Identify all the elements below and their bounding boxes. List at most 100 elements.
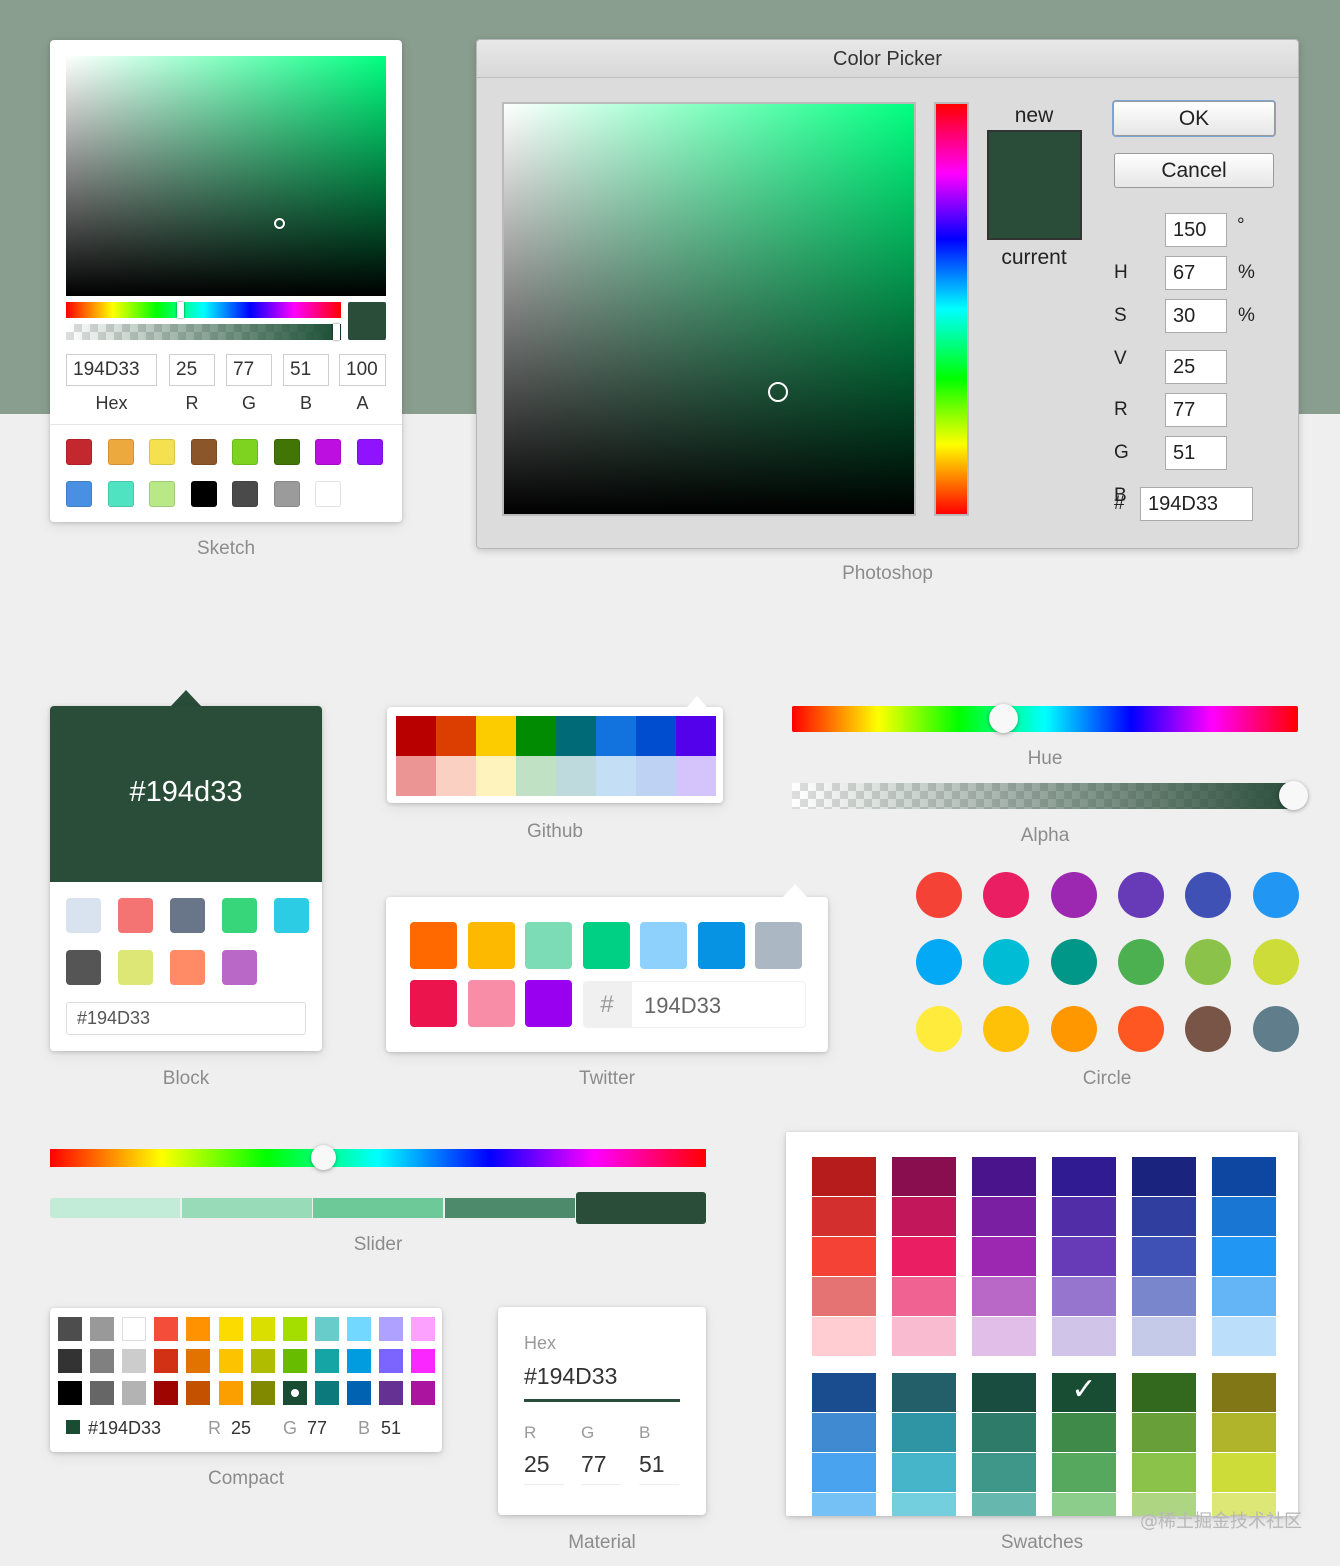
- swatch-cell[interactable]: [1212, 1413, 1276, 1452]
- circle-swatch[interactable]: [1185, 939, 1232, 985]
- hue-slider[interactable]: [934, 102, 969, 516]
- block-swatch[interactable]: [118, 950, 153, 985]
- circle-swatch[interactable]: [1050, 872, 1097, 918]
- g-input[interactable]: 77: [307, 1418, 327, 1439]
- swatch-cell[interactable]: [892, 1453, 956, 1492]
- swatch-cell[interactable]: [972, 1373, 1036, 1412]
- circle-swatch[interactable]: [1252, 872, 1299, 918]
- compact-swatch[interactable]: [411, 1349, 436, 1373]
- swatch-cell[interactable]: [1052, 1157, 1116, 1196]
- twitter-swatch[interactable]: [525, 922, 572, 969]
- compact-swatch[interactable]: [250, 1317, 275, 1341]
- swatch-cell[interactable]: [812, 1197, 876, 1236]
- swatch-cell[interactable]: [972, 1237, 1036, 1276]
- compact-swatch[interactable]: [411, 1381, 436, 1405]
- github-swatch[interactable]: [396, 756, 436, 796]
- swatch-cell[interactable]: [1052, 1493, 1116, 1516]
- preset-swatch[interactable]: [273, 481, 300, 507]
- hex-input[interactable]: #194D33: [66, 1002, 306, 1035]
- twitter-swatch[interactable]: [410, 980, 457, 1027]
- twitter-swatch[interactable]: [467, 922, 515, 969]
- compact-swatch[interactable]: [154, 1349, 179, 1373]
- preset-swatch[interactable]: [315, 481, 341, 507]
- swatch-cell[interactable]: [892, 1197, 956, 1236]
- compact-swatch[interactable]: [314, 1381, 339, 1405]
- swatch-cell[interactable]: [1052, 1237, 1116, 1276]
- github-swatch[interactable]: [676, 716, 716, 756]
- swatch-cell[interactable]: [972, 1453, 1036, 1492]
- hue-handle[interactable]: [989, 704, 1018, 733]
- circle-swatch[interactable]: [1185, 1006, 1232, 1052]
- b-input[interactable]: 51: [639, 1451, 679, 1485]
- compact-swatch[interactable]: [346, 1317, 371, 1341]
- r-input[interactable]: 25: [524, 1451, 564, 1485]
- swatch-cell[interactable]: [1132, 1157, 1196, 1196]
- slider-swatch[interactable]: [576, 1192, 706, 1224]
- circle-swatch[interactable]: [1050, 1006, 1097, 1052]
- hue-handle[interactable]: [177, 302, 184, 318]
- twitter-swatch[interactable]: [640, 922, 687, 969]
- swatch-cell[interactable]: [1132, 1317, 1196, 1356]
- compact-swatch[interactable]: [282, 1349, 307, 1373]
- swatch-cell[interactable]: [812, 1237, 876, 1276]
- twitter-swatch[interactable]: [582, 922, 630, 969]
- swatch-cell[interactable]: [812, 1373, 876, 1412]
- github-swatch[interactable]: [396, 716, 436, 756]
- compact-swatch[interactable]: [250, 1349, 275, 1373]
- compact-swatch[interactable]: [282, 1317, 307, 1341]
- github-swatch[interactable]: [556, 716, 596, 756]
- compact-swatch[interactable]: [90, 1349, 115, 1373]
- hex-input[interactable]: #194D33: [88, 1418, 161, 1439]
- swatch-cell[interactable]: [1132, 1277, 1196, 1316]
- compact-swatch[interactable]: [218, 1349, 243, 1373]
- swatch-cell[interactable]: [972, 1413, 1036, 1452]
- swatch-cell[interactable]: [972, 1277, 1036, 1316]
- swatch-cell[interactable]: [1132, 1197, 1196, 1236]
- hex-input[interactable]: #194D33: [524, 1363, 617, 1390]
- preset-swatch[interactable]: [66, 439, 92, 465]
- compact-swatch[interactable]: [186, 1381, 211, 1405]
- block-swatch[interactable]: [66, 950, 101, 985]
- compact-swatch[interactable]: [218, 1381, 243, 1405]
- swatch-cell[interactable]: [1132, 1237, 1196, 1276]
- compact-swatch[interactable]: [250, 1381, 275, 1405]
- swatch-cell[interactable]: [1132, 1373, 1196, 1412]
- slider-swatch[interactable]: [50, 1198, 180, 1218]
- preset-swatch[interactable]: [149, 439, 175, 465]
- github-swatch[interactable]: [676, 756, 716, 796]
- preset-swatch[interactable]: [66, 481, 92, 507]
- block-swatch[interactable]: [222, 898, 257, 933]
- compact-swatch[interactable]: [282, 1381, 307, 1405]
- swatch-cell[interactable]: [892, 1373, 956, 1412]
- saturation-pointer[interactable]: [274, 218, 285, 229]
- swatch-cell[interactable]: [1212, 1317, 1276, 1356]
- swatch-cell[interactable]: [892, 1157, 956, 1196]
- twitter-swatch[interactable]: [755, 922, 802, 969]
- r-input[interactable]: 25: [169, 354, 215, 386]
- compact-swatch[interactable]: [122, 1349, 147, 1373]
- compact-swatch[interactable]: [314, 1317, 339, 1341]
- hue-slider[interactable]: [66, 302, 341, 318]
- cancel-button[interactable]: Cancel: [1114, 153, 1274, 188]
- r-input[interactable]: 25: [231, 1418, 251, 1439]
- preset-swatch[interactable]: [149, 481, 175, 507]
- slider-swatch[interactable]: [313, 1198, 443, 1218]
- twitter-swatch[interactable]: [525, 980, 572, 1027]
- block-swatch[interactable]: [118, 898, 153, 933]
- swatch-cell[interactable]: [812, 1493, 876, 1516]
- slider-hue-bar[interactable]: [50, 1149, 706, 1167]
- circle-swatch[interactable]: [1117, 939, 1164, 985]
- swatch-cell[interactable]: [1052, 1413, 1116, 1452]
- swatch-cell[interactable]: [812, 1413, 876, 1452]
- circle-swatch[interactable]: [916, 872, 962, 918]
- s-input[interactable]: 67: [1165, 256, 1227, 290]
- swatch-cell[interactable]: [892, 1413, 956, 1452]
- ok-button[interactable]: OK: [1113, 101, 1275, 136]
- swatch-cell[interactable]: [1052, 1277, 1116, 1316]
- swatch-cell[interactable]: [1132, 1453, 1196, 1492]
- r-input[interactable]: 25: [1165, 350, 1227, 384]
- compact-swatch[interactable]: [122, 1317, 147, 1341]
- preset-swatch[interactable]: [107, 481, 134, 507]
- saturation-pointer[interactable]: [768, 382, 788, 402]
- compact-swatch[interactable]: [346, 1381, 371, 1405]
